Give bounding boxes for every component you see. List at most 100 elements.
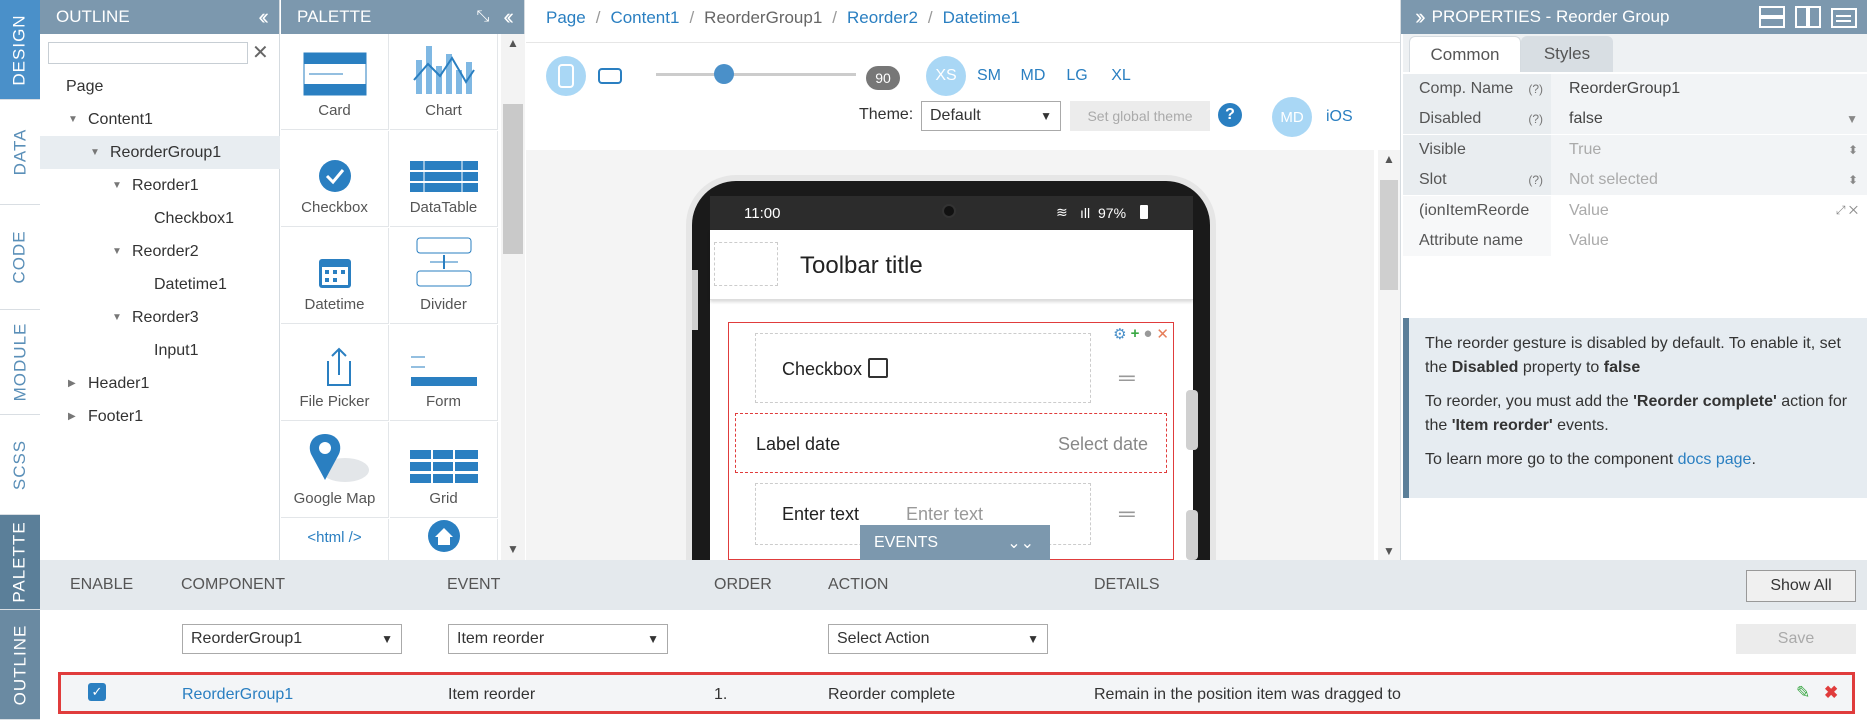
palette-item-chart[interactable]: Chart xyxy=(390,34,498,130)
tab-styles[interactable]: Styles xyxy=(1521,36,1613,72)
ios-mode-button[interactable]: iOS xyxy=(1326,108,1353,126)
scroll-up-icon[interactable]: ▲ xyxy=(1383,152,1395,166)
toolbar-buttons-slot[interactable] xyxy=(714,242,778,286)
breadcrumb-reorder2[interactable]: Reorder2 xyxy=(847,8,918,27)
tree-node[interactable]: ▼ Reorder3 xyxy=(40,301,280,334)
property-value[interactable]: false ▼ xyxy=(1551,104,1867,134)
layout-columns-icon[interactable] xyxy=(1795,6,1821,28)
palette-item-datatable[interactable]: DataTable xyxy=(390,131,498,227)
scrollbar-thumb[interactable] xyxy=(503,104,523,254)
zoom-slider-track[interactable] xyxy=(656,73,856,76)
tab-scss[interactable]: SCSS xyxy=(0,415,40,515)
date-placeholder[interactable]: Select date xyxy=(1058,434,1148,455)
tab-outline[interactable]: OUTLINE xyxy=(0,610,40,720)
size-xl-button[interactable]: XL xyxy=(1101,56,1141,96)
palette-item-card[interactable]: Card xyxy=(281,34,389,130)
edit-icon[interactable]: ✎ xyxy=(1796,683,1810,703)
set-global-theme-button[interactable]: Set global theme xyxy=(1070,101,1210,131)
help-icon[interactable]: ? xyxy=(1218,103,1242,127)
breadcrumb-content1[interactable]: Content1 xyxy=(610,8,679,27)
enable-checkbox[interactable]: ✓ xyxy=(88,683,106,701)
action-select[interactable]: Select Action ▼ xyxy=(828,624,1048,654)
scroll-down-icon[interactable]: ▼ xyxy=(1383,544,1395,558)
add-icon[interactable]: + xyxy=(1131,325,1140,343)
checkbox-input[interactable] xyxy=(868,358,888,378)
scrollbar-thumb[interactable] xyxy=(1380,180,1398,290)
tree-node[interactable]: ▼ Reorder2 xyxy=(40,235,280,268)
scroll-down-icon[interactable]: ▼ xyxy=(507,542,519,556)
property-control-icon[interactable]: ⤢ ✕ xyxy=(1836,203,1858,218)
tab-data[interactable]: DATA xyxy=(0,100,40,205)
breadcrumb-datetime1[interactable]: Datetime1 xyxy=(943,8,1020,27)
collapse-left-icon[interactable]: ‹‹ xyxy=(503,4,513,30)
breadcrumb-reordergroup1[interactable]: ReorderGroup1 xyxy=(704,8,822,27)
reorder-item-checkbox[interactable]: Checkbox xyxy=(755,333,1091,403)
reorder-handle-icon[interactable]: ═ xyxy=(1119,365,1135,391)
expand-right-icon[interactable]: ›› xyxy=(1415,4,1425,30)
size-sm-button[interactable]: SM xyxy=(969,56,1009,96)
palette-item-grid[interactable]: Grid xyxy=(390,422,498,518)
delete-icon[interactable]: ✖ xyxy=(1824,683,1838,703)
docs-page-link[interactable]: docs page xyxy=(1678,451,1752,468)
help-icon[interactable]: (?) xyxy=(1528,82,1543,96)
tree-node[interactable]: Input1 xyxy=(40,334,280,367)
show-all-button[interactable]: Show All xyxy=(1746,570,1856,602)
theme-select[interactable]: Default ▼ xyxy=(921,101,1061,131)
close-icon[interactable]: ✕ xyxy=(1156,325,1169,343)
outline-search-input[interactable] xyxy=(48,42,248,64)
events-toggle-bar[interactable]: EVENTS ⌄⌄ xyxy=(860,525,1050,560)
breadcrumb-page[interactable]: Page xyxy=(546,8,586,27)
property-value[interactable]: True ⬍ xyxy=(1551,134,1867,165)
collapse-all-icon[interactable]: ⤡ xyxy=(477,8,490,26)
tree-node[interactable]: Datetime1 xyxy=(40,268,280,301)
chevron-double-down-icon[interactable]: ⌄⌄ xyxy=(1007,533,1034,553)
size-xs-button[interactable]: XS xyxy=(926,56,966,96)
property-control-icon[interactable]: ▼ xyxy=(1846,112,1858,126)
chevron-right-icon[interactable]: ▶ xyxy=(68,378,82,389)
tree-node[interactable]: ▼ ReorderGroup1 xyxy=(40,136,280,169)
palette-item-divider[interactable]: Divider xyxy=(390,228,498,324)
tab-common[interactable]: Common xyxy=(1409,36,1521,72)
size-lg-button[interactable]: LG xyxy=(1057,56,1097,96)
property-value[interactable]: ReorderGroup1 xyxy=(1551,73,1867,104)
save-button[interactable]: Save xyxy=(1736,624,1856,654)
canvas-scrollbar[interactable]: ▲ ▼ xyxy=(1378,150,1400,560)
help-icon[interactable]: (?) xyxy=(1528,173,1543,187)
size-md-button[interactable]: MD xyxy=(1013,56,1053,96)
event-select[interactable]: Item reorder ▼ xyxy=(448,624,668,654)
property-control-icon[interactable]: ⬍ xyxy=(1848,143,1858,157)
layout-rows-icon[interactable] xyxy=(1759,6,1785,28)
gear-icon[interactable]: ⚙ xyxy=(1113,325,1126,343)
tree-node[interactable]: Checkbox1 xyxy=(40,202,280,235)
palette-scrollbar[interactable]: ▲ ▼ xyxy=(501,34,525,560)
palette-item-form[interactable]: Form xyxy=(390,325,498,421)
scroll-up-icon[interactable]: ▲ xyxy=(507,36,519,50)
palette-item-file-picker[interactable]: File Picker xyxy=(281,325,389,421)
chevron-right-icon[interactable]: ▶ xyxy=(68,411,82,422)
palette-item-html[interactable]: <html /> xyxy=(281,519,389,560)
reorder-handle-icon[interactable]: ═ xyxy=(1119,501,1135,527)
chevron-down-icon[interactable]: ▼ xyxy=(90,147,104,158)
layout-panel-icon[interactable] xyxy=(1831,6,1857,28)
chevron-down-icon[interactable]: ▼ xyxy=(112,180,126,191)
clear-search-icon[interactable]: ✕ xyxy=(252,40,269,65)
tab-design[interactable]: DESIGN xyxy=(0,0,40,100)
tablet-view-button[interactable] xyxy=(590,56,630,96)
collapse-left-icon[interactable]: ‹‹ xyxy=(258,4,268,30)
tree-node[interactable]: ▶ Footer1 xyxy=(40,400,280,433)
property-control-icon[interactable]: ⬍ xyxy=(1848,173,1858,187)
palette-item-datetime[interactable]: Datetime xyxy=(281,228,389,324)
text-input[interactable]: Enter text xyxy=(906,504,983,525)
palette-item-google-map[interactable]: Google Map xyxy=(281,422,389,518)
chevron-down-icon[interactable]: ▼ xyxy=(112,312,126,323)
tab-palette[interactable]: PALETTE xyxy=(0,515,40,610)
phone-view-button[interactable] xyxy=(546,56,586,96)
tree-node[interactable]: Page xyxy=(40,70,280,103)
md-mode-button[interactable]: MD xyxy=(1272,97,1312,137)
chevron-down-icon[interactable]: ▼ xyxy=(68,114,82,125)
reorder-item-datetime[interactable]: Label date Select date xyxy=(735,413,1167,473)
tab-module[interactable]: MODULE xyxy=(0,310,40,415)
property-value[interactable]: Not selected ⬍ xyxy=(1551,165,1867,195)
chevron-down-icon[interactable]: ▼ xyxy=(112,246,126,257)
property-value[interactable]: Value xyxy=(1551,226,1867,256)
